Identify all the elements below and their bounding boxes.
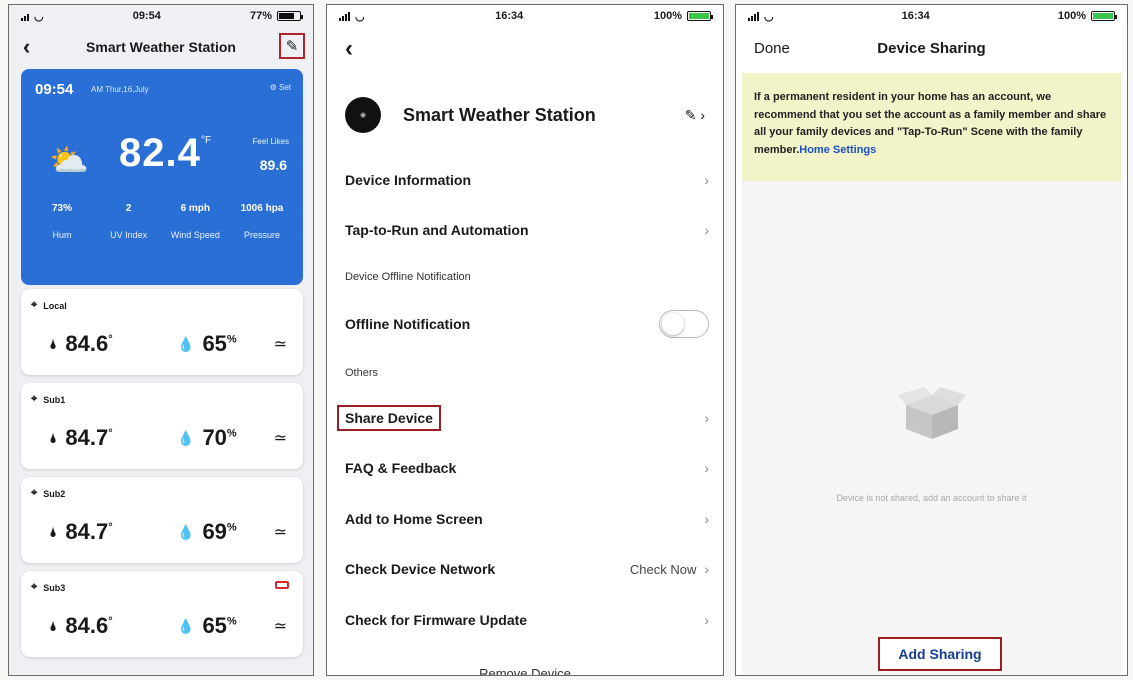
chevron-right-icon: › (704, 511, 709, 527)
nav-bar: ‹ Smart Weather Station ✎ (9, 31, 313, 63)
status-bar: ◡ 16:34 100% (327, 5, 723, 27)
status-battery-text: 100% (1057, 10, 1086, 22)
partly-cloudy-icon: ⛅ (49, 142, 89, 178)
status-bar: ◡ 16:34 100% (736, 5, 1127, 27)
chevron-right-icon: › (704, 460, 709, 476)
edit-name-icon[interactable]: ✎ › (685, 107, 705, 124)
back-icon[interactable]: ‹ (23, 36, 30, 58)
section-offline-notification: Device Offline Notification (345, 271, 471, 283)
add-sharing-button[interactable]: Add Sharing (878, 637, 1002, 671)
humidity-drop-icon: 💧 (177, 617, 195, 634)
row-firmware-update[interactable]: Check for Firmware Update › (345, 601, 709, 639)
weather-time: 09:54 (35, 81, 74, 98)
battery-icon (686, 11, 713, 21)
back-icon[interactable]: ‹ (345, 35, 353, 63)
empty-box-icon (898, 387, 966, 439)
status-time: 09:54 (132, 10, 161, 22)
wifi-icon: ◡ (355, 10, 365, 23)
stat-uv-index: 2 UV Index (110, 203, 148, 240)
phone-device-sharing: ◡ 16:34 100% Done Device Sharing If a pe… (735, 4, 1128, 676)
home-settings-link[interactable]: Home Settings (799, 144, 876, 156)
chevron-right-icon: › (704, 410, 709, 426)
chevron-right-icon: › (704, 612, 709, 628)
status-battery-text: 77% (249, 10, 272, 22)
nav-bar: Done Device Sharing (736, 33, 1127, 63)
thermometer-drop-icon: 🌢 (49, 335, 58, 352)
thermometer-drop-icon: 🌢 (49, 617, 58, 634)
signal-icon (21, 11, 29, 21)
row-faq-feedback[interactable]: FAQ & Feedback › (345, 449, 709, 487)
empty-state-text: Device is not shared, add an account to … (836, 493, 1027, 503)
sensor-card-sub2[interactable]: ⌖ Sub2 🌢 84.7° 💧 69% ≃ (21, 477, 303, 563)
wifi-icon: ◡ (764, 10, 774, 23)
page-title: Smart Weather Station (86, 39, 236, 55)
weather-date: AM Thur,16,July (91, 85, 149, 94)
status-bar: ◡ 09:54 77% (9, 5, 313, 27)
phone-weather-station: ◡ 09:54 77% ‹ Smart Weather Station ✎ 09… (8, 4, 314, 676)
check-now-link[interactable]: Check Now (630, 562, 696, 577)
row-share-device[interactable]: Share Device › (337, 399, 709, 437)
feels-like-label: Feel Likes (252, 137, 289, 146)
sharing-info-banner: If a permanent resident in your home has… (742, 73, 1121, 181)
weather-panel: 09:54 AM Thur,16,July ⚙ Set ⛅ 82.4 °F Fe… (21, 69, 303, 285)
trend-chart-icon[interactable]: ≃ (274, 522, 287, 542)
thermometer-drop-icon: 🌢 (49, 523, 58, 540)
wifi-icon: ◡ (34, 10, 44, 23)
thermometer-drop-icon: 🌢 (49, 429, 58, 446)
sensor-icon: ⌖ (31, 581, 38, 593)
stat-pressure: 1006 hpa Pressure (240, 203, 284, 240)
row-tap-to-run[interactable]: Tap-to-Run and Automation › (345, 211, 709, 249)
battery-icon (1090, 11, 1117, 21)
sensor-icon: ⌖ (31, 487, 38, 499)
device-logo: ◉ (345, 97, 381, 133)
stat-humidity: 73% Hum (51, 203, 72, 240)
phone-device-settings: ◡ 16:34 100% ‹ ◉ Smart Weather Station ✎… (326, 4, 724, 676)
location-pin-icon: ⌖ (31, 299, 38, 311)
chevron-right-icon: › (704, 222, 709, 238)
chevron-right-icon: › (704, 561, 709, 577)
status-time: 16:34 (901, 10, 930, 22)
sensor-card-local[interactable]: ⌖ Local 🌢 84.6° 💧 65% ≃ (21, 289, 303, 375)
trend-chart-icon[interactable]: ≃ (274, 616, 287, 636)
low-battery-icon (275, 581, 289, 589)
trend-chart-icon[interactable]: ≃ (274, 428, 287, 448)
status-time: 16:34 (495, 10, 524, 22)
stat-wind-speed: 6 mph Wind Speed (170, 203, 220, 240)
edit-icon[interactable]: ✎ (279, 33, 305, 59)
section-others: Others (345, 367, 379, 379)
signal-icon (748, 11, 759, 21)
battery-icon (277, 11, 303, 21)
row-offline-notification: Offline Notification (345, 305, 709, 343)
page-title: Device Sharing (877, 39, 986, 57)
offline-notification-toggle[interactable] (659, 310, 709, 338)
temperature-unit: °F (201, 135, 212, 146)
row-device-information[interactable]: Device Information › (345, 161, 709, 199)
chevron-right-icon: › (704, 172, 709, 188)
device-header[interactable]: ◉ Smart Weather Station ✎ › (345, 91, 709, 139)
row-add-home-screen[interactable]: Add to Home Screen › (345, 500, 709, 538)
humidity-drop-icon: 💧 (177, 429, 195, 446)
row-check-network[interactable]: Check Device Network Check Now › (345, 550, 709, 588)
trend-chart-icon[interactable]: ≃ (274, 334, 287, 354)
sensor-icon: ⌖ (31, 393, 38, 405)
status-battery-text: 100% (653, 10, 682, 22)
sensor-card-sub1[interactable]: ⌖ Sub1 🌢 84.7° 💧 70% ≃ (21, 383, 303, 469)
done-button[interactable]: Done (754, 40, 790, 57)
weather-settings[interactable]: ⚙ Set (270, 83, 291, 92)
sensor-card-sub3[interactable]: ⌖ Sub3 🌢 84.6° 💧 65% ≃ (21, 571, 303, 657)
humidity-drop-icon: 💧 (177, 335, 195, 352)
remove-device-button[interactable]: Remove Device (327, 666, 723, 675)
weather-stats: 73% Hum 2 UV Index 6 mph Wind Speed 1006 hp… (29, 203, 295, 240)
humidity-drop-icon: 💧 (177, 523, 195, 540)
current-temperature: 82.4 (119, 131, 201, 175)
feels-like-value: 89.6 (259, 157, 287, 173)
device-name: Smart Weather Station (403, 104, 596, 125)
signal-icon (339, 11, 350, 21)
